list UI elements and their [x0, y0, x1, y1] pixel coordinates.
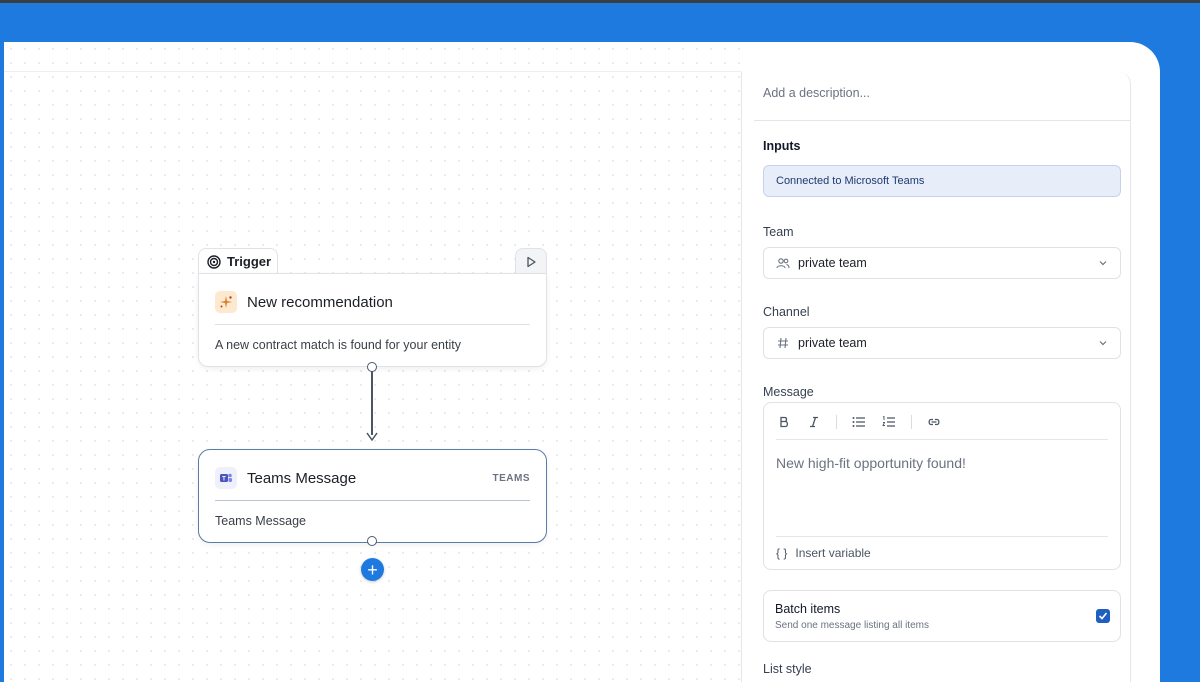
insert-variable-label: Insert variable: [795, 546, 871, 560]
team-label: Team: [763, 225, 794, 239]
trigger-node[interactable]: New recommendation A new contract match …: [198, 273, 547, 367]
inputs-heading: Inputs: [763, 139, 801, 153]
bullet-list-icon[interactable]: [851, 414, 867, 430]
arrow-head-icon: [366, 432, 378, 442]
teams-node-description: Teams Message: [215, 514, 307, 528]
hash-icon: [778, 337, 788, 349]
editor-footer-divider: [776, 536, 1108, 537]
panel-divider: [754, 120, 1130, 121]
svg-text:T: T: [222, 477, 226, 483]
check-icon: [1098, 612, 1108, 620]
users-icon: [776, 258, 790, 269]
teams-divider: [215, 500, 530, 501]
connection-edge: [371, 371, 373, 435]
add-step-button[interactable]: +: [361, 558, 384, 581]
canvas-top-divider: [4, 71, 741, 72]
teams-node-header: T Teams Message TEAMS: [215, 466, 530, 490]
teams-node-title: Teams Message: [247, 469, 357, 487]
teams-icon: T: [215, 467, 237, 489]
properties-panel: Add a description... Inputs Connected to…: [742, 72, 1131, 682]
braces-icon: { }: [776, 546, 788, 560]
window-top-edge: [0, 0, 1200, 3]
trigger-tab: Trigger: [198, 248, 278, 274]
play-icon: [527, 256, 536, 267]
connection-status: Connected to Microsoft Teams: [763, 165, 1121, 197]
trigger-tab-label: Trigger: [227, 254, 272, 269]
channel-label: Channel: [763, 305, 810, 319]
message-editor[interactable]: New high-fit opportunity found! { } Inse…: [763, 402, 1121, 570]
batch-items-subtitle: Send one message listing all items: [775, 620, 929, 631]
channel-select[interactable]: private team: [763, 327, 1121, 359]
numbered-list-icon[interactable]: [881, 414, 897, 430]
toolbar-separator: [836, 415, 837, 429]
toolbar-separator: [911, 415, 912, 429]
team-select-value: private team: [798, 256, 867, 270]
editor-toolbar: [776, 413, 942, 431]
trigger-description: A new contract match is found for your e…: [215, 338, 461, 352]
editor-divider: [776, 439, 1108, 440]
teams-message-node[interactable]: T Teams Message TEAMS Teams Message: [198, 449, 547, 543]
target-icon: [207, 254, 221, 269]
message-text[interactable]: New high-fit opportunity found!: [776, 455, 966, 471]
insert-variable-button[interactable]: { } Insert variable: [776, 546, 871, 560]
list-style-label: List style: [763, 662, 812, 676]
description-input[interactable]: Add a description...: [763, 86, 870, 100]
link-icon[interactable]: [926, 414, 942, 430]
italic-icon[interactable]: [806, 414, 822, 430]
team-select[interactable]: private team: [763, 247, 1121, 279]
chevron-down-icon: [1099, 261, 1107, 266]
run-trigger-button[interactable]: [515, 248, 547, 274]
trigger-title: New recommendation: [247, 293, 393, 311]
workflow-editor: Trigger New recommendation A new contrac…: [4, 42, 1160, 682]
message-label: Message: [763, 385, 814, 399]
batch-items-title: Batch items: [775, 602, 841, 616]
sparkle-icon: [215, 291, 237, 313]
batch-items-option[interactable]: Batch items Send one message listing all…: [763, 590, 1121, 642]
bold-icon[interactable]: [776, 414, 792, 430]
channel-select-value: private team: [798, 336, 867, 350]
batch-items-checkbox[interactable]: [1096, 609, 1110, 623]
trigger-node-header: New recommendation: [215, 290, 530, 314]
teams-output-port[interactable]: [367, 536, 377, 546]
chevron-down-icon: [1099, 341, 1107, 346]
trigger-divider: [215, 324, 530, 325]
teams-badge: TEAMS: [492, 472, 530, 484]
